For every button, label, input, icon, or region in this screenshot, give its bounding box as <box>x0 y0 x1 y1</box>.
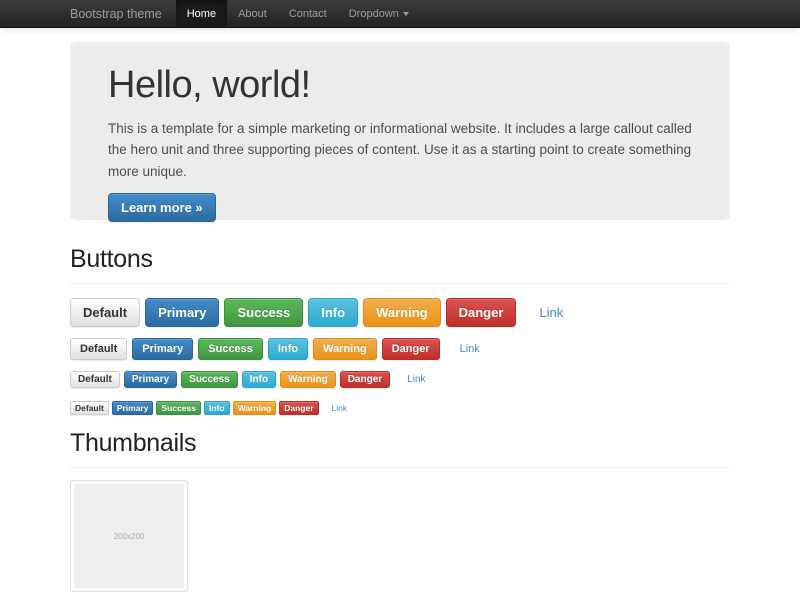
button-row-large: Default Primary Success Info Warning Dan… <box>70 298 730 327</box>
navbar-brand[interactable]: Bootstrap theme <box>70 0 176 27</box>
info-button-extra-small[interactable]: Info <box>204 401 230 415</box>
success-button[interactable]: Success <box>198 338 263 360</box>
default-button-extra-small[interactable]: Default <box>70 401 109 415</box>
danger-button[interactable]: Danger <box>382 338 440 360</box>
thumbnails-section-title: Thumbnails <box>70 429 730 458</box>
primary-button[interactable]: Primary <box>132 338 193 360</box>
warning-button-small[interactable]: Warning <box>280 371 336 388</box>
link-button[interactable]: Link <box>451 339 489 359</box>
hero-unit: Hello, world! This is a template for a s… <box>70 42 730 220</box>
primary-button-extra-small[interactable]: Primary <box>112 401 154 415</box>
nav-item-home-label: Home <box>187 0 216 28</box>
info-button-small[interactable]: Info <box>242 371 276 388</box>
hero-description: This is a template for a simple marketin… <box>108 118 692 183</box>
primary-button-large[interactable]: Primary <box>145 298 219 327</box>
navbar-nav: Home About Contact Dropdown <box>176 0 420 27</box>
nav-item-contact[interactable]: Contact <box>278 0 338 27</box>
caret-down-icon <box>403 12 409 16</box>
success-button-large[interactable]: Success <box>224 298 303 327</box>
info-button-large[interactable]: Info <box>308 298 358 327</box>
success-button-extra-small[interactable]: Success <box>156 401 201 415</box>
info-button[interactable]: Info <box>268 338 308 360</box>
thumbnail-placeholder-image: 200x200 <box>74 484 184 588</box>
button-row-extra-small: Default Primary Success Info Warning Dan… <box>70 401 730 415</box>
button-row-small: Default Primary Success Info Warning Dan… <box>70 371 730 388</box>
learn-more-button[interactable]: Learn more » <box>108 193 216 222</box>
default-button-small[interactable]: Default <box>70 371 120 388</box>
hero-title: Hello, world! <box>108 66 692 106</box>
navbar: Bootstrap theme Home About Contact Dropd… <box>0 0 800 28</box>
success-button-small[interactable]: Success <box>181 371 238 388</box>
danger-button-large[interactable]: Danger <box>446 298 517 327</box>
danger-button-extra-small[interactable]: Danger <box>279 401 318 415</box>
link-button-extra-small[interactable]: Link <box>328 402 352 414</box>
thumbnail[interactable]: 200x200 <box>70 480 188 592</box>
link-button-large[interactable]: Link <box>527 299 575 326</box>
thumbnail-placeholder-label: 200x200 <box>114 532 145 541</box>
default-button[interactable]: Default <box>70 338 127 360</box>
nav-item-about[interactable]: About <box>227 0 278 27</box>
warning-button-extra-small[interactable]: Warning <box>233 401 277 415</box>
warning-button[interactable]: Warning <box>313 338 377 360</box>
default-button-large[interactable]: Default <box>70 298 140 327</box>
thumbnails-section-header: Thumbnails <box>70 429 730 468</box>
button-row-default: Default Primary Success Info Warning Dan… <box>70 338 730 360</box>
warning-button-large[interactable]: Warning <box>363 298 441 327</box>
link-button-small[interactable]: Link <box>400 372 432 387</box>
nav-item-about-label: About <box>238 0 267 28</box>
primary-button-small[interactable]: Primary <box>124 371 177 388</box>
nav-item-dropdown[interactable]: Dropdown <box>338 0 420 27</box>
danger-button-small[interactable]: Danger <box>340 371 390 388</box>
buttons-section-header: Buttons <box>70 245 730 284</box>
buttons-section-title: Buttons <box>70 245 730 274</box>
nav-item-dropdown-label: Dropdown <box>349 0 399 28</box>
nav-item-contact-label: Contact <box>289 0 327 28</box>
nav-item-home[interactable]: Home <box>176 0 227 27</box>
